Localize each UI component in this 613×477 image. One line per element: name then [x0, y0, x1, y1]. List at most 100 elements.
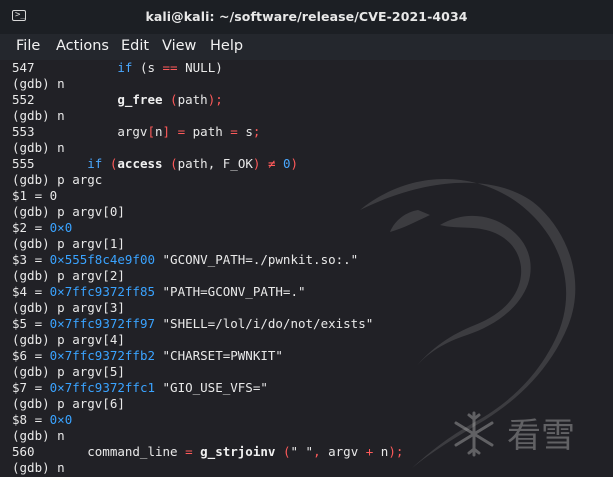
terminal-line: $3 = 0×555f8c4e9f00 "GCONV_PATH=./pwnkit… [12, 252, 358, 268]
terminal-text: == [162, 60, 178, 75]
terminal-text: " " [290, 444, 314, 459]
title-bar[interactable]: >_ kali@kali: ~/software/release/CVE-202… [0, 0, 613, 35]
terminal-line: $2 = 0×0 [12, 220, 72, 236]
terminal-text: g_strjoinv [200, 444, 276, 459]
terminal-text: "SHELL=/lol/i/do/not/exists" [155, 316, 374, 331]
terminal-text: (s [132, 60, 163, 75]
terminal-text: ; [252, 124, 261, 139]
terminal-line: (gdb) p argv[6] [12, 396, 125, 412]
terminal-line: 547 if (s == NULL) [12, 60, 223, 76]
terminal-text: (gdb) n [12, 108, 65, 123]
terminal-text: ); [388, 444, 404, 459]
terminal-line: (gdb) n [12, 460, 65, 476]
terminal-text: 552 [12, 92, 118, 107]
terminal-line: (gdb) p argv[1] [12, 236, 125, 252]
terminal-text: (gdb) p argc [12, 172, 103, 187]
terminal-line: (gdb) n [12, 76, 65, 92]
terminal-text: NULL) [177, 60, 223, 75]
terminal-text: 555 [12, 156, 88, 171]
terminal-text: , [313, 444, 321, 459]
terminal-text: (gdb) p argv[5] [12, 364, 125, 379]
terminal-text: path, F_OK [177, 156, 253, 171]
terminal-text: (gdb) n [12, 76, 65, 91]
terminal-text: $5 = [12, 316, 50, 331]
terminal-line: $1 = 0 [12, 188, 57, 204]
terminal-text: $1 = 0 [12, 188, 58, 203]
terminal-text: $2 = [12, 220, 50, 235]
terminal-line: 553 argv[n] = path = s; [12, 124, 260, 140]
terminal-text: (gdb) n [12, 140, 65, 155]
terminal-text: path [185, 124, 231, 139]
terminal-output[interactable]: 547 if (s == NULL) (gdb) n 552 g_free (p… [0, 60, 613, 477]
terminal-text: s [237, 124, 253, 139]
terminal-text: (gdb) p argv[0] [12, 204, 125, 219]
terminal-text: "PATH=GCONV_PATH=." [155, 284, 306, 299]
terminal-line: (gdb) p argv[5] [12, 364, 125, 380]
watermark: 看雪 [449, 409, 599, 459]
terminal-line: (gdb) n [12, 140, 65, 156]
terminal-text: 0×7ffc9372ff85 [49, 284, 155, 299]
menu-bar: File Actions Edit View Help [0, 34, 613, 60]
terminal-line: (gdb) p argc [12, 172, 102, 188]
terminal-text: 0×7ffc9372ff97 [49, 316, 155, 331]
terminal-text: "GCONV_PATH=./pwnkit.so:." [155, 252, 359, 267]
terminal-text: $7 = [12, 380, 50, 395]
terminal-line: $7 = 0×7ffc9372ffc1 "GIO_USE_VFS=" [12, 380, 268, 396]
terminal-text: g_free [117, 92, 163, 107]
terminal-text: ] [162, 124, 171, 139]
window-title: kali@kali: ~/software/release/CVE-2021-4… [145, 9, 468, 24]
snowflake-icon [454, 411, 494, 457]
terminal-text: access [117, 156, 163, 171]
terminal-text: 0×0 [49, 220, 73, 235]
terminal-text: $8 = [12, 412, 50, 427]
menu-file[interactable]: File [16, 36, 40, 56]
terminal-text: n [155, 124, 163, 139]
menu-help[interactable]: Help [210, 36, 243, 56]
terminal-text: "CHARSET=PWNKIT" [155, 348, 283, 363]
terminal-line: $6 = 0×7ffc9372ffb2 "CHARSET=PWNKIT" [12, 348, 283, 364]
terminal-text: 0×7ffc9372ffb2 [49, 348, 155, 363]
terminal-text: (gdb) n [12, 428, 65, 443]
terminal-text: ( [170, 92, 178, 107]
terminal-text: = [230, 124, 238, 139]
terminal-line: (gdb) p argv[0] [12, 204, 125, 220]
watermark-text: 看雪 [507, 416, 575, 456]
menu-actions[interactable]: Actions [56, 36, 109, 56]
terminal-text: (gdb) p argv[3] [12, 300, 125, 315]
menu-edit[interactable]: Edit [121, 36, 149, 56]
terminal-text: (gdb) p argv[2] [12, 268, 125, 283]
terminal-line: 555 if (access (path, F_OK) ≠ 0) [12, 156, 298, 172]
terminal-line: $5 = 0×7ffc9372ff97 "SHELL=/lol/i/do/not… [12, 316, 373, 332]
terminal-line: 560 command_line = g_strjoinv (" ", argv… [12, 444, 403, 460]
terminal-text: 560 command_line [12, 444, 186, 459]
terminal-text: if [87, 156, 103, 171]
terminal-text: $4 = [12, 284, 50, 299]
terminal-line: $8 = 0×0 [12, 412, 72, 428]
terminal-text: (gdb) p argv[6] [12, 396, 125, 411]
terminal-line: (gdb) p argv[3] [12, 300, 125, 316]
terminal-text: = [185, 444, 193, 459]
terminal-text: ( [170, 156, 178, 171]
terminal-text: $6 = [12, 348, 50, 363]
terminal-text: 547 [12, 60, 118, 75]
terminal-text: (gdb) p argv[1] [12, 236, 125, 251]
terminal-text: path [177, 92, 208, 107]
terminal-line: (gdb) p argv[4] [12, 332, 125, 348]
terminal-text: "GIO_USE_VFS=" [155, 380, 268, 395]
terminal-text: $3 = [12, 252, 50, 267]
terminal-text: ) [290, 156, 299, 171]
terminal-text: = [177, 124, 186, 139]
terminal-text: 0×555f8c4e9f00 [49, 252, 155, 267]
terminal-text: (gdb) n [12, 460, 65, 475]
terminal-text: argv [320, 444, 366, 459]
terminal-text: ); [207, 92, 223, 107]
terminal-text: 553 argv [12, 124, 148, 139]
terminal-text: n [373, 444, 389, 459]
menu-view[interactable]: View [162, 36, 196, 56]
